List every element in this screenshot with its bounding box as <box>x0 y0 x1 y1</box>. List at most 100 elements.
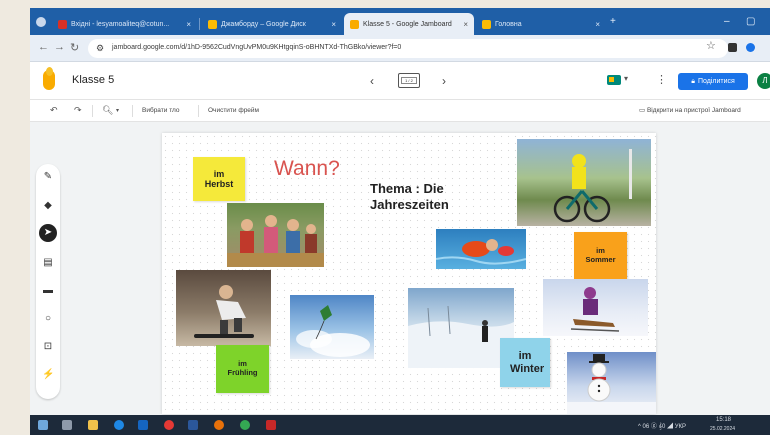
set-background-button[interactable]: Вибрати тло <box>142 107 180 114</box>
tab-jamboard[interactable]: Klasse 5 - Google Jamboard × <box>344 13 474 35</box>
swimmer-photo-art <box>436 239 526 265</box>
document-title[interactable]: Klasse 5 <box>72 74 114 86</box>
redo-icon[interactable]: ↷ <box>74 105 82 116</box>
jamboard-toolbar: ↶ ↷ 🔍︎ ▾ Вибрати тло Очистити фрейм ▭ Ві… <box>30 100 770 122</box>
system-tray[interactable]: ^ 06 ⓖ 𝄞0 ◢ УКР <box>638 421 686 431</box>
browser-tab-strip: Вхідні - lesyamoaliteq@cotun... × Джамбо… <box>30 8 770 35</box>
prev-frame-icon[interactable]: ‹ <box>370 74 374 88</box>
laser-icon[interactable]: ⚡ <box>42 369 54 381</box>
sledding-photo-art <box>570 287 620 332</box>
frame-counter: 1 / 2 <box>401 77 417 84</box>
jamboard-header: Klasse 5 ‹ 1 / 2 › ▾ ⋮ 🔒︎ Поділитися Л <box>30 62 770 100</box>
file-explorer-icon[interactable] <box>88 420 98 430</box>
close-icon[interactable]: × <box>186 20 191 29</box>
drive-icon <box>208 19 217 29</box>
zoom-icon[interactable]: 🔍︎ <box>102 105 113 116</box>
lock-icon: 🔒︎ <box>691 77 695 85</box>
profile-icon[interactable] <box>746 43 755 52</box>
classroom-icon <box>482 19 491 29</box>
pdf-icon[interactable] <box>266 420 276 430</box>
clock-time[interactable]: 15:18 <box>716 417 731 423</box>
close-icon[interactable]: × <box>331 20 336 29</box>
eraser-icon[interactable]: ◆ <box>42 200 54 212</box>
tab-label: Klasse 5 - Google Jamboard <box>363 20 452 28</box>
avatar[interactable]: Л <box>757 73 770 89</box>
sticky-note-sommer[interactable]: im Sommer <box>574 232 627 280</box>
tab-label: Головна <box>495 20 522 28</box>
sledding-photo[interactable] <box>543 279 648 336</box>
workspace: ✎ ◆ ➤ ▤ ▬ ○ ⊡ ⚡ im Herbst Wann? Thema : … <box>30 122 770 415</box>
kids-autumn-photo-art <box>227 215 324 267</box>
share-button[interactable]: 🔒︎ Поділитися <box>678 73 748 90</box>
open-on-device-button[interactable]: ▭ Відкрити на пристрої Jamboard <box>639 106 741 114</box>
close-icon[interactable]: × <box>595 20 600 29</box>
tool-palette: ✎ ◆ ➤ ▤ ▬ ○ ⊡ ⚡ <box>36 164 60 399</box>
edge-icon[interactable] <box>114 420 124 430</box>
sticky-note-herbst[interactable]: im Herbst <box>193 157 245 201</box>
wann-text[interactable]: Wann? <box>274 157 340 181</box>
forward-icon[interactable]: → <box>54 41 65 53</box>
snowman-photo[interactable] <box>567 352 656 414</box>
share-label: Поділитися <box>697 78 735 85</box>
add-image-icon[interactable]: ▬ <box>42 285 54 297</box>
url-text: jamboard.google.com/d/1hD-9562CudVngUvPM… <box>112 44 402 51</box>
site-info-icon[interactable]: ⚙ <box>96 43 104 54</box>
pen-icon[interactable]: ✎ <box>42 171 54 183</box>
maximize-icon[interactable]: ▢ <box>746 16 755 27</box>
store-icon[interactable] <box>138 420 148 430</box>
address-bar-row: ← → ↻ ⚙ jamboard.google.com/d/1hD-9562Cu… <box>30 35 770 62</box>
tab-home[interactable]: Головна × <box>476 13 606 35</box>
next-frame-icon[interactable]: › <box>442 74 446 88</box>
text-box-icon[interactable]: ⊡ <box>42 341 54 353</box>
kite-photo-art <box>296 305 370 357</box>
skier-photo[interactable] <box>408 288 514 368</box>
tab-label: Джамборду – Google Диск <box>221 20 306 28</box>
snowman-photo-art <box>567 354 656 414</box>
sticky-note-winter[interactable]: im Winter <box>500 338 550 387</box>
start-icon[interactable] <box>38 420 48 430</box>
skateboard-photo-art <box>194 285 254 338</box>
cyclist-summer-photo[interactable] <box>517 139 651 226</box>
open-on-device-label: Відкрити на пристрої Jamboard <box>646 107 741 114</box>
clock-date[interactable]: 25.02.2024 <box>710 426 735 432</box>
tab-search-icon[interactable] <box>36 17 46 27</box>
frame-bar-button[interactable]: 1 / 2 <box>398 73 420 88</box>
tab-drive[interactable]: Джамборду – Google Диск × <box>202 13 342 35</box>
swimmer-photo[interactable] <box>436 229 526 269</box>
reload-icon[interactable]: ↻ <box>70 41 79 54</box>
chrome-icon[interactable] <box>240 420 250 430</box>
back-icon[interactable]: ← <box>38 41 49 53</box>
kite-sky-photo[interactable] <box>290 295 374 359</box>
meet-icon[interactable] <box>607 75 621 85</box>
minimize-icon[interactable]: – <box>724 16 730 27</box>
select-cursor-icon[interactable]: ➤ <box>39 224 57 242</box>
sticky-note-fruehling[interactable]: im Frühling <box>216 345 269 393</box>
new-tab-button[interactable]: + <box>610 16 616 27</box>
jamboard-icon <box>350 19 359 29</box>
bookmark-star-icon[interactable]: ☆ <box>706 39 716 52</box>
opera-icon[interactable] <box>164 420 174 430</box>
firefox-icon[interactable] <box>214 420 224 430</box>
tab-label: Вхідні - lesyamoaliteq@cotun... <box>71 20 170 28</box>
undo-icon[interactable]: ↶ <box>50 105 58 116</box>
jamboard-logo-icon[interactable] <box>43 67 55 90</box>
task-view-icon[interactable] <box>62 420 72 430</box>
close-icon[interactable]: × <box>463 20 468 29</box>
url-field[interactable]: ⚙ jamboard.google.com/d/1hD-9562CudVngUv… <box>88 39 728 58</box>
chevron-down-icon[interactable]: ▾ <box>624 74 628 83</box>
extension-icon[interactable] <box>728 43 737 52</box>
tab-gmail[interactable]: Вхідні - lesyamoaliteq@cotun... × <box>52 13 197 35</box>
more-options-icon[interactable]: ⋮ <box>656 73 667 86</box>
sticky-note-icon[interactable]: ▤ <box>42 257 54 269</box>
chevron-down-icon[interactable]: ▾ <box>116 107 119 114</box>
kids-autumn-photo[interactable] <box>227 203 324 267</box>
thema-text[interactable]: Thema : Die Jahreszeiten <box>370 181 480 212</box>
circle-shape-icon[interactable]: ○ <box>42 313 54 325</box>
windows-taskbar: ^ 06 ⓖ 𝄞0 ◢ УКР 15:18 25.02.2024 <box>30 415 770 435</box>
cast-icon: ▭ <box>639 107 647 114</box>
word-icon[interactable] <box>188 420 198 430</box>
skateboard-photo[interactable] <box>176 270 271 346</box>
cyclist-photo-art <box>553 149 632 223</box>
jamboard-canvas[interactable]: im Herbst Wann? Thema : Die Jahreszeiten <box>162 133 656 414</box>
clear-frame-button[interactable]: Очистити фрейм <box>208 107 259 114</box>
